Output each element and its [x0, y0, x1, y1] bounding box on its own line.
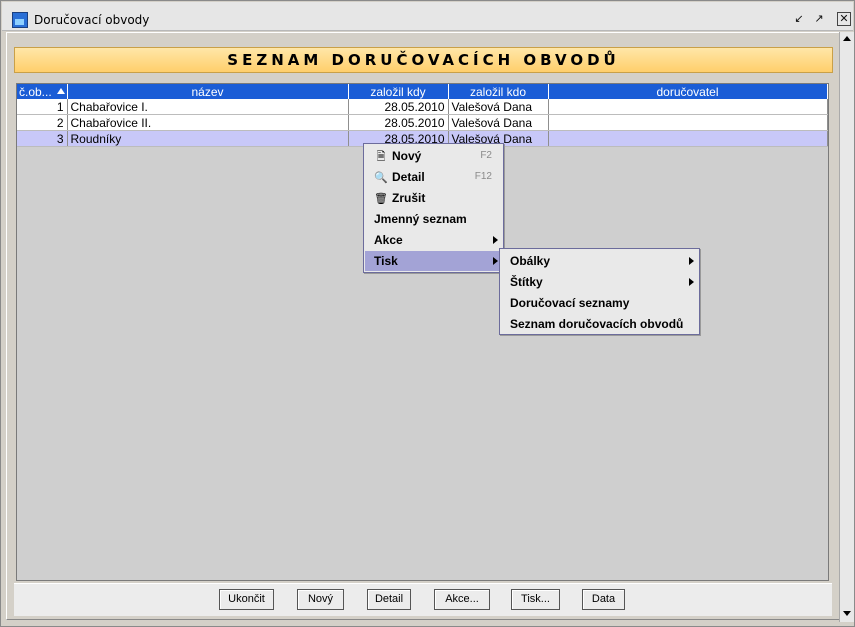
close-button[interactable]: Ukončit	[219, 589, 274, 610]
data-button[interactable]: Data	[582, 589, 625, 610]
detail-button[interactable]: Detail	[367, 589, 411, 610]
table-header-row: č.ob... název založil kdy založil kdo do…	[17, 84, 828, 99]
app-icon	[12, 12, 28, 28]
menu-item-print[interactable]: Tisk	[365, 251, 502, 271]
trash-icon: 🗑	[374, 193, 388, 205]
page-title: SEZNAM DORUČOVACÍCH OBVODŮ	[14, 47, 833, 73]
submenu-item-delivery-lists[interactable]: Doručovací seznamy	[501, 293, 698, 313]
menu-item-label: Detail	[392, 170, 425, 184]
submenu-arrow-icon	[493, 257, 498, 265]
cell-courier	[548, 99, 828, 115]
cell-number: 2	[17, 114, 68, 131]
cell-courier	[548, 114, 828, 131]
cell-name: Chabařovice I.	[67, 99, 349, 115]
actions-button[interactable]: Akce...	[434, 589, 490, 610]
menu-item-label: Štítky	[510, 275, 543, 289]
new-document-icon: 🗎	[376, 151, 386, 163]
minimize-icon[interactable]: ↙	[792, 12, 806, 26]
menu-item-cancel[interactable]: 🗑 Zrušit	[365, 188, 502, 208]
scroll-up-icon[interactable]	[843, 36, 851, 41]
column-header-number[interactable]: č.ob...	[17, 84, 68, 99]
submenu-item-envelopes[interactable]: Obálky	[501, 251, 698, 271]
menu-item-new[interactable]: 🗎 Nový F2	[365, 146, 502, 166]
cell-created-by: Valešová Dana	[448, 99, 549, 115]
submenu-item-districts-list[interactable]: Seznam doručovacích obvodů	[501, 314, 698, 334]
vertical-scrollbar[interactable]	[839, 32, 854, 622]
submenu-arrow-icon	[689, 278, 694, 286]
menu-item-names-list[interactable]: Jmenný seznam	[365, 209, 502, 229]
cell-created-date: 28.05.2010	[348, 99, 449, 115]
cell-number: 3	[17, 130, 68, 147]
window-title: Doručovací obvody	[34, 13, 150, 27]
submenu-arrow-icon	[689, 257, 694, 265]
shortcut-label: F12	[474, 171, 492, 182]
cell-created-date: 28.05.2010	[348, 114, 449, 131]
menu-item-label: Nový	[392, 149, 422, 163]
submenu-arrow-icon	[493, 236, 498, 244]
table-row[interactable]: 2 Chabařovice II. 28.05.2010 Valešová Da…	[17, 114, 828, 131]
context-menu: 🗎 Nový F2 🔍 Detail F12 🗑 Zrušit Jmenný sezn…	[363, 143, 504, 273]
title-bar: Doručovací obvody ↙ ↗ ✕	[2, 2, 853, 31]
cell-name: Chabařovice II.	[67, 114, 349, 131]
table-row[interactable]: 1 Chabařovice I. 28.05.2010 Valešová Dan…	[17, 99, 828, 115]
menu-item-actions[interactable]: Akce	[365, 230, 502, 250]
column-header-label: č.ob...	[19, 84, 52, 99]
new-button[interactable]: Nový	[297, 589, 344, 610]
cell-created-by: Valešová Dana	[448, 114, 549, 131]
print-button[interactable]: Tisk...	[511, 589, 560, 610]
column-header-created-date[interactable]: založil kdy	[348, 84, 449, 99]
menu-item-label: Obálky	[510, 254, 551, 268]
maximize-icon[interactable]: ↗	[812, 12, 826, 26]
menu-item-detail[interactable]: 🔍 Detail F12	[365, 167, 502, 187]
shortcut-label: F2	[480, 150, 492, 161]
districts-table: č.ob... název založil kdy založil kdo do…	[17, 84, 828, 147]
column-header-created-by[interactable]: založil kdo	[448, 84, 549, 99]
cell-number: 1	[17, 99, 68, 115]
cell-name: Roudníky	[67, 130, 349, 147]
menu-item-label: Akce	[374, 233, 403, 247]
submenu-item-labels[interactable]: Štítky	[501, 272, 698, 292]
menu-item-label: Zrušit	[392, 191, 426, 205]
button-bar	[14, 583, 832, 616]
column-header-name[interactable]: název	[67, 84, 349, 99]
column-header-courier[interactable]: doručovatel	[548, 84, 828, 99]
menu-item-label: Tisk	[374, 254, 398, 268]
close-icon[interactable]: ✕	[837, 12, 851, 26]
cell-courier	[548, 130, 828, 147]
scroll-down-icon[interactable]	[843, 611, 851, 616]
print-submenu: Obálky Štítky Doručovací seznamy Seznam …	[499, 248, 700, 335]
sort-ascending-icon	[57, 88, 65, 94]
magnifier-icon: 🔍	[374, 172, 388, 184]
